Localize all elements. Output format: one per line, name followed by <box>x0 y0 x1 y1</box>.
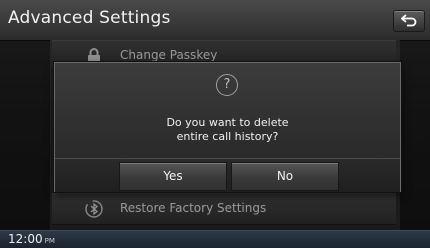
dialog-button-bar: Yes No <box>55 158 400 192</box>
screen: Advanced Settings Change Passkey Restore… <box>0 0 430 248</box>
dialog-message-line2: entire call history? <box>176 130 279 143</box>
back-arrow-icon <box>401 14 417 27</box>
page-title: Advanced Settings <box>8 8 171 28</box>
title-bar: Advanced Settings <box>0 0 430 41</box>
clock-ampm: PM <box>44 237 55 245</box>
clock: 12:00 PM <box>8 232 55 246</box>
yes-button[interactable]: Yes <box>119 162 227 191</box>
dialog-message-line1: Do you want to delete <box>166 116 289 129</box>
back-button[interactable] <box>393 10 425 32</box>
confirm-dialog: ? Do you want to delete entire call hist… <box>54 62 401 192</box>
clock-time: 12:00 <box>8 232 43 246</box>
question-icon: ? <box>216 74 238 96</box>
no-button[interactable]: No <box>231 162 339 191</box>
status-bar: 12:00 PM <box>0 230 430 248</box>
